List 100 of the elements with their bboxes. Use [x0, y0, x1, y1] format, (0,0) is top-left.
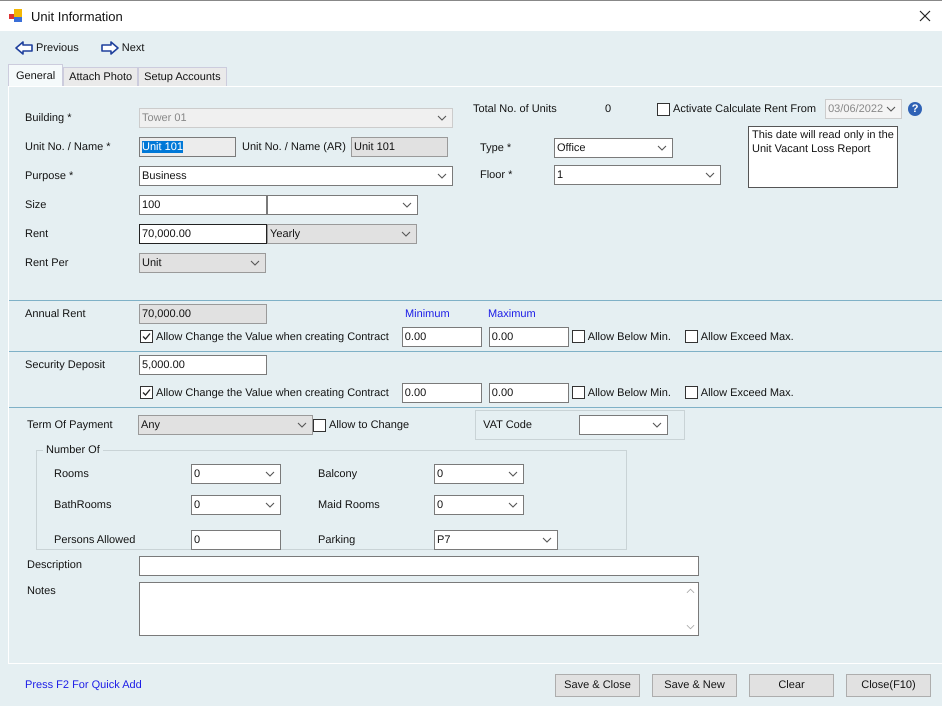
checkbox-label: Allow to Change	[329, 419, 410, 431]
vat-code-dropdown[interactable]	[579, 415, 668, 435]
maximum-field[interactable]: 0.00	[488, 382, 569, 402]
chevron-down-icon	[652, 422, 662, 428]
chevron-down-icon	[508, 471, 518, 477]
checkbox[interactable]	[313, 418, 326, 432]
minimum-field[interactable]: 0.00	[402, 326, 482, 346]
checkbox-label: Allow Exceed Max.	[700, 386, 794, 398]
field-label: Rooms	[54, 468, 90, 480]
field-label: Security Deposit	[25, 358, 106, 370]
field-label: Annual Rent	[25, 308, 87, 320]
maximum-field[interactable]: 0.00	[488, 326, 569, 346]
purpose-dropdown[interactable]: Business	[139, 166, 453, 186]
chevron-down-icon	[657, 144, 667, 150]
checkbox[interactable]	[684, 386, 698, 399]
amount-field[interactable]: 70,000.00	[139, 304, 267, 324]
unit-name-ar-field[interactable]: Unit 101	[351, 136, 448, 156]
field-label: Balcony	[318, 468, 358, 480]
checkbox-label: Activate Calculate Rent From	[673, 103, 816, 115]
checkbox-label: Allow Below Min.	[588, 386, 672, 398]
total-units-value: 0	[605, 103, 612, 115]
rent-field[interactable]: 70,000.00	[139, 224, 267, 244]
chevron-down-icon	[401, 230, 411, 236]
previous-button[interactable]: Previous	[15, 40, 79, 54]
checkbox[interactable]	[140, 386, 153, 399]
description-field[interactable]	[139, 556, 699, 576]
field-label: BathRooms	[54, 499, 112, 511]
right-arrow-icon	[100, 40, 119, 54]
count-dropdown[interactable]: 0	[191, 464, 281, 484]
group-title: Number Of	[45, 444, 101, 456]
field-label: Parking	[318, 534, 356, 546]
checkbox-label: Allow Exceed Max.	[700, 330, 794, 342]
field-label: VAT Code	[483, 419, 534, 431]
field-label: Persons Allowed	[54, 534, 136, 546]
checkbox-label: Allow Below Min.	[588, 330, 672, 342]
field-label: Total No. of Units	[473, 103, 558, 115]
amount-field[interactable]: 5,000.00	[139, 354, 267, 374]
minimum-field[interactable]: 0.00	[402, 382, 482, 402]
field-label: Size	[25, 198, 48, 210]
size-field[interactable]: 100	[139, 194, 267, 214]
chevron-down-icon	[886, 106, 896, 112]
checkbox[interactable]	[572, 330, 585, 343]
tab[interactable]: Setup Accounts	[138, 67, 227, 86]
count-field[interactable]: 0	[191, 530, 281, 550]
close-icon[interactable]	[919, 10, 931, 22]
rent-period-dropdown[interactable]: Yearly	[267, 224, 417, 244]
footer-button[interactable]: Clear	[749, 674, 834, 696]
tab[interactable]: Attach Photo	[63, 67, 138, 86]
field-label: Rent	[25, 228, 50, 240]
checkbox[interactable]	[657, 102, 670, 116]
chevron-down-icon	[250, 260, 260, 266]
column-header: Minimum	[405, 308, 451, 320]
size-unit-dropdown[interactable]	[267, 194, 418, 214]
field-label: Rent Per	[25, 256, 70, 268]
tab[interactable]: General	[8, 64, 64, 86]
chevron-down-icon	[265, 502, 275, 508]
footer-button[interactable]: Save & New	[652, 674, 737, 696]
field-label: Notes	[27, 584, 57, 597]
checkbox[interactable]	[140, 330, 153, 343]
quick-add-hint: Press F2 For Quick Add	[25, 679, 142, 691]
notes-field[interactable]	[139, 582, 699, 636]
field-label: Description	[27, 558, 84, 571]
checkbox-label: Allow Change the Value when creating Contract	[156, 386, 389, 398]
field-label: Maid Rooms	[318, 499, 381, 511]
field-label: Floor *	[480, 168, 514, 180]
count-dropdown[interactable]: 0	[434, 464, 524, 484]
window-title: Unit Information	[31, 8, 123, 24]
field-label: Type *	[480, 142, 512, 154]
chevron-down-icon	[297, 422, 307, 428]
type-dropdown[interactable]: Office	[554, 138, 673, 158]
help-button[interactable]: ?	[908, 102, 922, 116]
chevron-down-icon	[402, 202, 412, 208]
field-label: Term Of Payment	[27, 419, 114, 431]
count-dropdown[interactable]: 0	[191, 495, 281, 515]
checkbox[interactable]	[684, 330, 698, 343]
floor-dropdown[interactable]: 1	[554, 164, 721, 184]
count-dropdown[interactable]: 0	[434, 495, 524, 515]
rent-per-dropdown[interactable]: Unit	[139, 252, 266, 272]
left-arrow-icon	[15, 40, 33, 54]
scroll-up-icon	[686, 588, 694, 594]
app-icon	[9, 9, 23, 23]
chevron-down-icon	[437, 114, 447, 120]
field-label: Building *	[25, 112, 72, 124]
next-button[interactable]: Next	[100, 40, 144, 54]
field-label: Unit No. / Name (AR)	[241, 140, 347, 152]
term-dropdown[interactable]: Any	[138, 415, 313, 435]
checkbox[interactable]	[572, 386, 585, 399]
unit-name-field[interactable]: Unit 101	[139, 136, 236, 156]
parking-dropdown[interactable]: P7	[434, 530, 558, 550]
chevron-down-icon	[265, 471, 275, 477]
chevron-down-icon	[508, 502, 518, 508]
scroll-down-icon	[686, 624, 694, 630]
checkbox-label: Allow Change the Value when creating Contract	[156, 330, 389, 342]
chevron-down-icon	[542, 537, 552, 543]
field-label: Unit No. / Name *	[25, 140, 112, 152]
footer-button[interactable]: Close(F10)	[846, 674, 931, 696]
field-label: Purpose *	[25, 170, 74, 182]
info-note: This date will read only in the Unit Vacant Loss Report	[748, 126, 898, 188]
footer-button[interactable]: Save & Close	[555, 674, 640, 696]
chevron-down-icon	[705, 172, 715, 178]
